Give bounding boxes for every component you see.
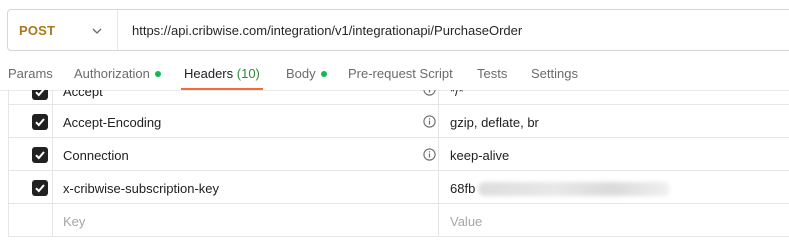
info-icon[interactable] <box>423 148 436 161</box>
redacted-value <box>478 182 670 196</box>
key-placeholder[interactable]: Key <box>63 214 85 229</box>
tab-tests[interactable]: Tests <box>477 66 507 81</box>
check-icon <box>35 184 45 193</box>
info-icon[interactable] <box>423 115 436 128</box>
request-tabs: Params Authorization Headers (10) Body P… <box>0 60 789 90</box>
value-placeholder[interactable]: Value <box>450 214 482 229</box>
header-key[interactable]: x-cribwise-subscription-key <box>63 181 219 196</box>
url-input[interactable]: https://api.cribwise.com/integration/v1/… <box>118 23 522 38</box>
check-icon <box>35 151 45 160</box>
header-value[interactable]: 68fb <box>450 181 475 196</box>
tab-label: Body <box>286 66 316 81</box>
table-row <box>8 204 789 237</box>
tab-label: Headers <box>184 66 234 81</box>
check-icon <box>35 118 45 127</box>
headers-table: Accept */* Accept-Encoding gzip, deflate… <box>0 90 789 240</box>
url-bar: POST https://api.cribwise.com/integratio… <box>7 9 789 51</box>
tab-authorization[interactable]: Authorization <box>74 66 161 81</box>
tab-label: Pre-request Script <box>348 66 453 81</box>
tab-label: Authorization <box>74 66 150 81</box>
tab-count: (10) <box>236 66 260 81</box>
tab-pre-request-script[interactable]: Pre-request Script <box>348 66 453 81</box>
header-value[interactable]: keep-alive <box>450 148 509 163</box>
header-key[interactable]: Connection <box>63 148 129 163</box>
row-checkbox[interactable] <box>32 180 48 196</box>
method-selector[interactable]: POST <box>8 10 118 50</box>
info-icon[interactable] <box>423 90 436 96</box>
row-checkbox[interactable] <box>32 147 48 163</box>
check-icon <box>35 90 45 97</box>
tab-headers[interactable]: Headers (10) <box>184 66 260 81</box>
header-value[interactable]: gzip, deflate, br <box>450 115 539 130</box>
header-value[interactable]: */* <box>450 90 464 99</box>
method-label: POST <box>19 22 56 38</box>
row-checkbox[interactable] <box>32 90 48 100</box>
tab-label: Tests <box>477 66 508 81</box>
tab-params[interactable]: Params <box>8 66 53 81</box>
chevron-down-icon <box>92 28 102 34</box>
tab-label: Params <box>8 66 53 81</box>
tab-settings[interactable]: Settings <box>531 66 578 81</box>
table-row <box>8 90 789 105</box>
tab-label: Settings <box>531 66 578 81</box>
header-key[interactable]: Accept-Encoding <box>63 115 161 130</box>
tab-body[interactable]: Body <box>286 66 327 81</box>
header-key[interactable]: Accept <box>63 90 103 99</box>
status-dot <box>154 70 161 77</box>
status-dot <box>320 70 327 77</box>
row-checkbox[interactable] <box>32 114 48 130</box>
